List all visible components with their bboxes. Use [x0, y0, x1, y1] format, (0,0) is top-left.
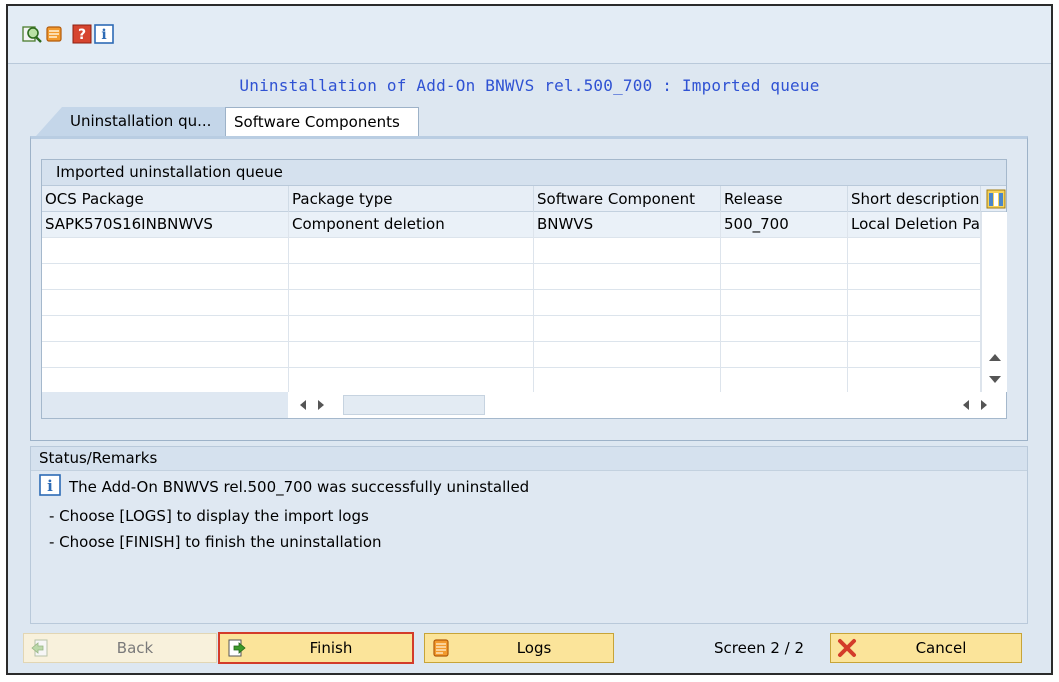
tab-software-components[interactable]: Software Components [225, 107, 419, 136]
table-title: Imported uninstallation queue [42, 160, 1006, 186]
scroll-left-icon[interactable] [300, 400, 306, 410]
table-row-empty [42, 316, 981, 342]
cell-software-component: BNWVS [534, 212, 721, 238]
horizontal-scrollbar[interactable] [288, 392, 1006, 418]
svg-text:?: ? [78, 27, 86, 43]
table-header: OCS Package Package type Software Compon… [42, 186, 1006, 212]
button-bar: Back Finish Logs Screen 2 / 2 Cancel [8, 626, 1051, 673]
status-hint-logs: - Choose [LOGS] to display the import lo… [49, 507, 369, 525]
screen-indicator: Screen 2 / 2 [714, 639, 805, 657]
table-row[interactable]: SAPK570S16INBNWVS Component deletion BNW… [42, 212, 981, 238]
scroll-log-icon[interactable] [44, 24, 64, 44]
scroll-right-icon[interactable] [981, 400, 987, 410]
scroll-up-icon[interactable] [989, 354, 1001, 361]
tab-panel: Imported uninstallation queue OCS Packag… [30, 136, 1028, 441]
logs-label: Logs [516, 639, 552, 657]
find-icon[interactable] [22, 24, 42, 44]
finish-button[interactable]: Finish [218, 632, 414, 664]
tab-label: Software Components [234, 113, 400, 131]
back-label: Back [116, 639, 154, 657]
scroll-thumb[interactable] [343, 395, 485, 415]
fixed-columns-spacer [42, 392, 288, 418]
scroll-right-icon[interactable] [318, 400, 324, 410]
finish-label: Finish [309, 639, 353, 657]
table-body: SAPK570S16INBNWVS Component deletion BNW… [42, 212, 981, 394]
toolbar: ? i [8, 6, 1051, 64]
cell-package-type: Component deletion [289, 212, 534, 238]
cell-release: 500_700 [721, 212, 848, 238]
queue-table: Imported uninstallation queue OCS Packag… [41, 159, 1007, 419]
status-panel: Status/Remarks i The Add-On BNWVS rel.50… [30, 446, 1028, 624]
info-icon[interactable]: i [94, 24, 114, 44]
back-button[interactable]: Back [23, 633, 217, 663]
cancel-button[interactable]: Cancel [830, 633, 1022, 663]
table-row-empty [42, 342, 981, 368]
logs-button[interactable]: Logs [424, 633, 614, 663]
column-header-ocs-package[interactable]: OCS Package [42, 186, 289, 212]
cancel-x-icon [838, 639, 856, 657]
scroll-left-icon[interactable] [963, 400, 969, 410]
info-icon: i [39, 474, 61, 496]
status-title: Status/Remarks [31, 447, 1027, 471]
wizard-window: ? i Uninstallation of Add-On BNWVS rel.5… [6, 4, 1053, 675]
tab-uninstallation-queue[interactable]: Uninstallation qu... [36, 107, 226, 136]
status-message: The Add-On BNWVS rel.500_700 was success… [69, 478, 530, 496]
table-row-empty [42, 238, 981, 264]
svg-text:i: i [47, 477, 53, 495]
tab-label: Uninstallation qu... [70, 112, 212, 130]
finish-arrow-icon [228, 639, 246, 657]
column-header-package-type[interactable]: Package type [289, 186, 534, 212]
table-row-empty [42, 290, 981, 316]
cancel-label: Cancel [915, 639, 967, 657]
cell-short-description: Local Deletion Pa [848, 212, 981, 238]
column-header-release[interactable]: Release [721, 186, 848, 212]
column-header-software-component[interactable]: Software Component [534, 186, 721, 212]
page-title: Uninstallation of Add-On BNWVS rel.500_7… [239, 76, 820, 95]
table-row-empty [42, 264, 981, 290]
scroll-log-icon [433, 639, 449, 657]
vertical-scrollbar[interactable] [981, 212, 1007, 392]
help-icon[interactable]: ? [72, 24, 92, 44]
status-hint-finish: - Choose [FINISH] to finish the uninstal… [49, 533, 382, 551]
column-settings-icon[interactable] [986, 189, 1006, 209]
horizontal-scrollbar-fixed[interactable] [963, 392, 1006, 418]
back-arrow-icon [31, 639, 48, 657]
scroll-down-icon[interactable] [989, 376, 1001, 383]
cell-ocs-package: SAPK570S16INBNWVS [42, 212, 289, 238]
svg-text:i: i [101, 27, 106, 43]
table-row-empty [42, 368, 981, 394]
column-header-short-description[interactable]: Short description [848, 186, 981, 212]
